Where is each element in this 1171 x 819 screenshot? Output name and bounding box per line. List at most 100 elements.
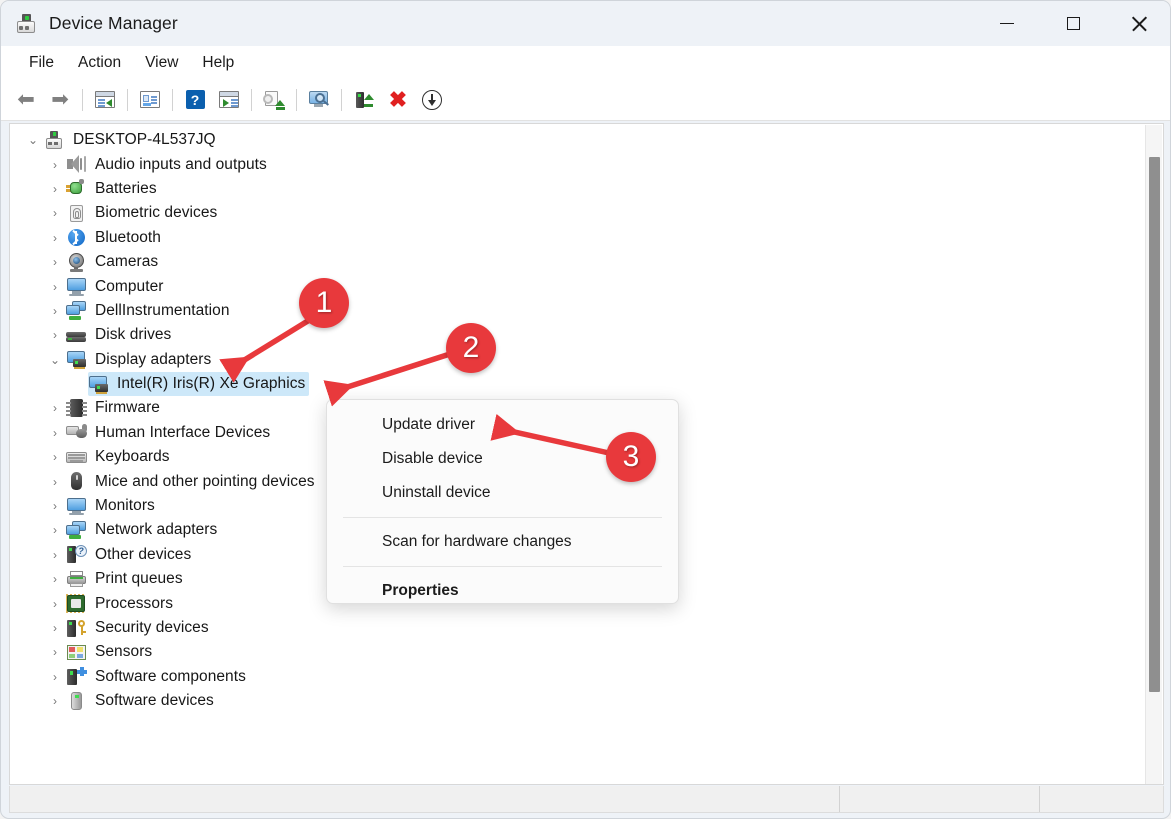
- software-device-icon: [66, 692, 87, 711]
- vertical-scrollbar[interactable]: [1145, 125, 1162, 785]
- menu-view[interactable]: View: [133, 51, 190, 75]
- status-bar: [9, 786, 1164, 813]
- window-controls: [974, 1, 1171, 46]
- chevron-right-icon[interactable]: ›: [44, 499, 66, 513]
- speaker-icon: [66, 155, 87, 174]
- tree-item-dellinstrumentation[interactable]: › DellInstrumentation: [10, 299, 1145, 323]
- chevron-right-icon[interactable]: ›: [44, 328, 66, 342]
- chevron-right-icon[interactable]: ›: [44, 475, 66, 489]
- toolbar-separator: [172, 89, 173, 111]
- annotation-badge-3: 3: [606, 432, 656, 482]
- maximize-button[interactable]: [1040, 1, 1106, 46]
- tree-item-label: Intel(R) Iris(R) Xe Graphics: [117, 375, 305, 393]
- tree-item-software-devices[interactable]: › Software devices: [10, 689, 1145, 713]
- update-driver-button[interactable]: [257, 84, 291, 116]
- status-bar-pane-b: [1039, 786, 1163, 812]
- chevron-right-icon[interactable]: ›: [44, 523, 66, 537]
- chevron-right-icon[interactable]: ›: [44, 280, 66, 294]
- toolbar-separator: [251, 89, 252, 111]
- processor-icon: [66, 594, 87, 613]
- monitor-icon: [66, 497, 87, 516]
- help-button[interactable]: ?: [178, 84, 212, 116]
- printer-icon: [66, 570, 87, 589]
- chevron-right-icon[interactable]: ›: [44, 645, 66, 659]
- tree-item-label: Network adapters: [95, 521, 217, 539]
- back-button[interactable]: ⬅: [9, 84, 43, 116]
- chevron-right-icon[interactable]: ›: [44, 426, 66, 440]
- chevron-right-icon[interactable]: ›: [44, 206, 66, 220]
- display-adapter-icon: [66, 350, 87, 369]
- tree-item-label: Processors: [95, 595, 173, 613]
- bluetooth-icon: [66, 228, 87, 247]
- properties-button[interactable]: [133, 84, 167, 116]
- toolbar-separator: [341, 89, 342, 111]
- scan-for-hardware-changes-icon: [309, 91, 330, 109]
- tree-item-label: DESKTOP-4L537JQ: [73, 131, 216, 149]
- hid-icon: [66, 423, 87, 442]
- tree-item-software-components[interactable]: › Software components: [10, 665, 1145, 689]
- disable-device-icon: [422, 90, 442, 110]
- show-hide-console-tree-button[interactable]: [88, 84, 122, 116]
- tree-item-computer[interactable]: › Computer: [10, 274, 1145, 298]
- chevron-right-icon[interactable]: ›: [44, 548, 66, 562]
- add-drivers-button[interactable]: [347, 84, 381, 116]
- close-button[interactable]: [1106, 1, 1171, 46]
- tree-item-cameras[interactable]: › Cameras: [10, 250, 1145, 274]
- chevron-right-icon[interactable]: ›: [44, 572, 66, 586]
- scrollbar-thumb[interactable]: [1149, 157, 1160, 692]
- tree-item-sensors[interactable]: › Sensors: [10, 640, 1145, 664]
- tree-item-label: Human Interface Devices: [95, 424, 270, 442]
- annotation-badge-2: 2: [446, 323, 496, 373]
- toolbar: ⬅ ➡ ?: [1, 79, 1171, 121]
- toolbar-separator: [82, 89, 83, 111]
- tree-item-batteries[interactable]: › Batteries: [10, 177, 1145, 201]
- tree-root-item[interactable]: ⌄ DESKTOP-4L537JQ: [10, 128, 1145, 152]
- annotation-badge-1: 1: [299, 278, 349, 328]
- display-adapter-icon: [88, 375, 109, 394]
- tree-item-label: Display adapters: [95, 351, 211, 369]
- scan-for-hardware-changes-button[interactable]: [302, 84, 336, 116]
- chevron-right-icon[interactable]: ›: [44, 231, 66, 245]
- chevron-right-icon[interactable]: ›: [44, 621, 66, 635]
- uninstall-device-button[interactable]: ✖: [381, 84, 415, 116]
- unknown-device-icon: ?: [66, 545, 87, 564]
- disable-device-button[interactable]: [415, 84, 449, 116]
- context-menu-item-scan-for-hardware-changes[interactable]: Scan for hardware changes: [327, 525, 678, 559]
- tree-item-security-devices[interactable]: › Security devices: [10, 616, 1145, 640]
- tree-item-label: DellInstrumentation: [95, 302, 230, 320]
- sensor-grid-icon: [66, 643, 87, 662]
- battery-icon: [66, 179, 87, 198]
- chevron-down-icon[interactable]: ⌄: [22, 133, 44, 147]
- minimize-button[interactable]: [974, 1, 1040, 46]
- tree-item-label: Mice and other pointing devices: [95, 473, 315, 491]
- software-component-icon: [66, 667, 87, 686]
- tree-item-intel-iris-xe-graphics[interactable]: Intel(R) Iris(R) Xe Graphics: [10, 372, 1145, 396]
- tree-item-disk-drives[interactable]: › Disk drives: [10, 323, 1145, 347]
- chevron-right-icon[interactable]: ›: [44, 182, 66, 196]
- device-manager-window: Device Manager File Action View Help: [0, 0, 1171, 819]
- chevron-right-icon[interactable]: ›: [44, 304, 66, 318]
- menu-file[interactable]: File: [17, 51, 66, 75]
- tree-item-display-adapters[interactable]: ⌄ Display adapters: [10, 348, 1145, 372]
- chevron-right-icon[interactable]: ›: [44, 158, 66, 172]
- chevron-right-icon[interactable]: ›: [44, 450, 66, 464]
- forward-button[interactable]: ➡: [43, 84, 77, 116]
- menu-action[interactable]: Action: [66, 51, 133, 75]
- chevron-down-icon[interactable]: ⌄: [44, 353, 66, 367]
- tree-item-label: Disk drives: [95, 326, 171, 344]
- disk-drive-icon: [66, 326, 87, 345]
- menu-help[interactable]: Help: [190, 51, 246, 75]
- chevron-right-icon[interactable]: ›: [44, 597, 66, 611]
- tree-item-label: Monitors: [95, 497, 155, 515]
- device-manager-icon: [15, 13, 37, 35]
- show-hide-action-pane-button[interactable]: [212, 84, 246, 116]
- keyboard-icon: [66, 448, 87, 467]
- chevron-right-icon[interactable]: ›: [44, 255, 66, 269]
- tree-item-bluetooth[interactable]: › Bluetooth: [10, 226, 1145, 250]
- tree-item-audio-inputs-and-outputs[interactable]: › Audio inputs and outputs: [10, 152, 1145, 176]
- chevron-right-icon[interactable]: ›: [44, 401, 66, 415]
- tree-item-biometric-devices[interactable]: › Biometric devices: [10, 201, 1145, 225]
- chevron-right-icon[interactable]: ›: [44, 670, 66, 684]
- context-menu-item-properties[interactable]: Properties: [327, 574, 678, 608]
- chevron-right-icon[interactable]: ›: [44, 694, 66, 708]
